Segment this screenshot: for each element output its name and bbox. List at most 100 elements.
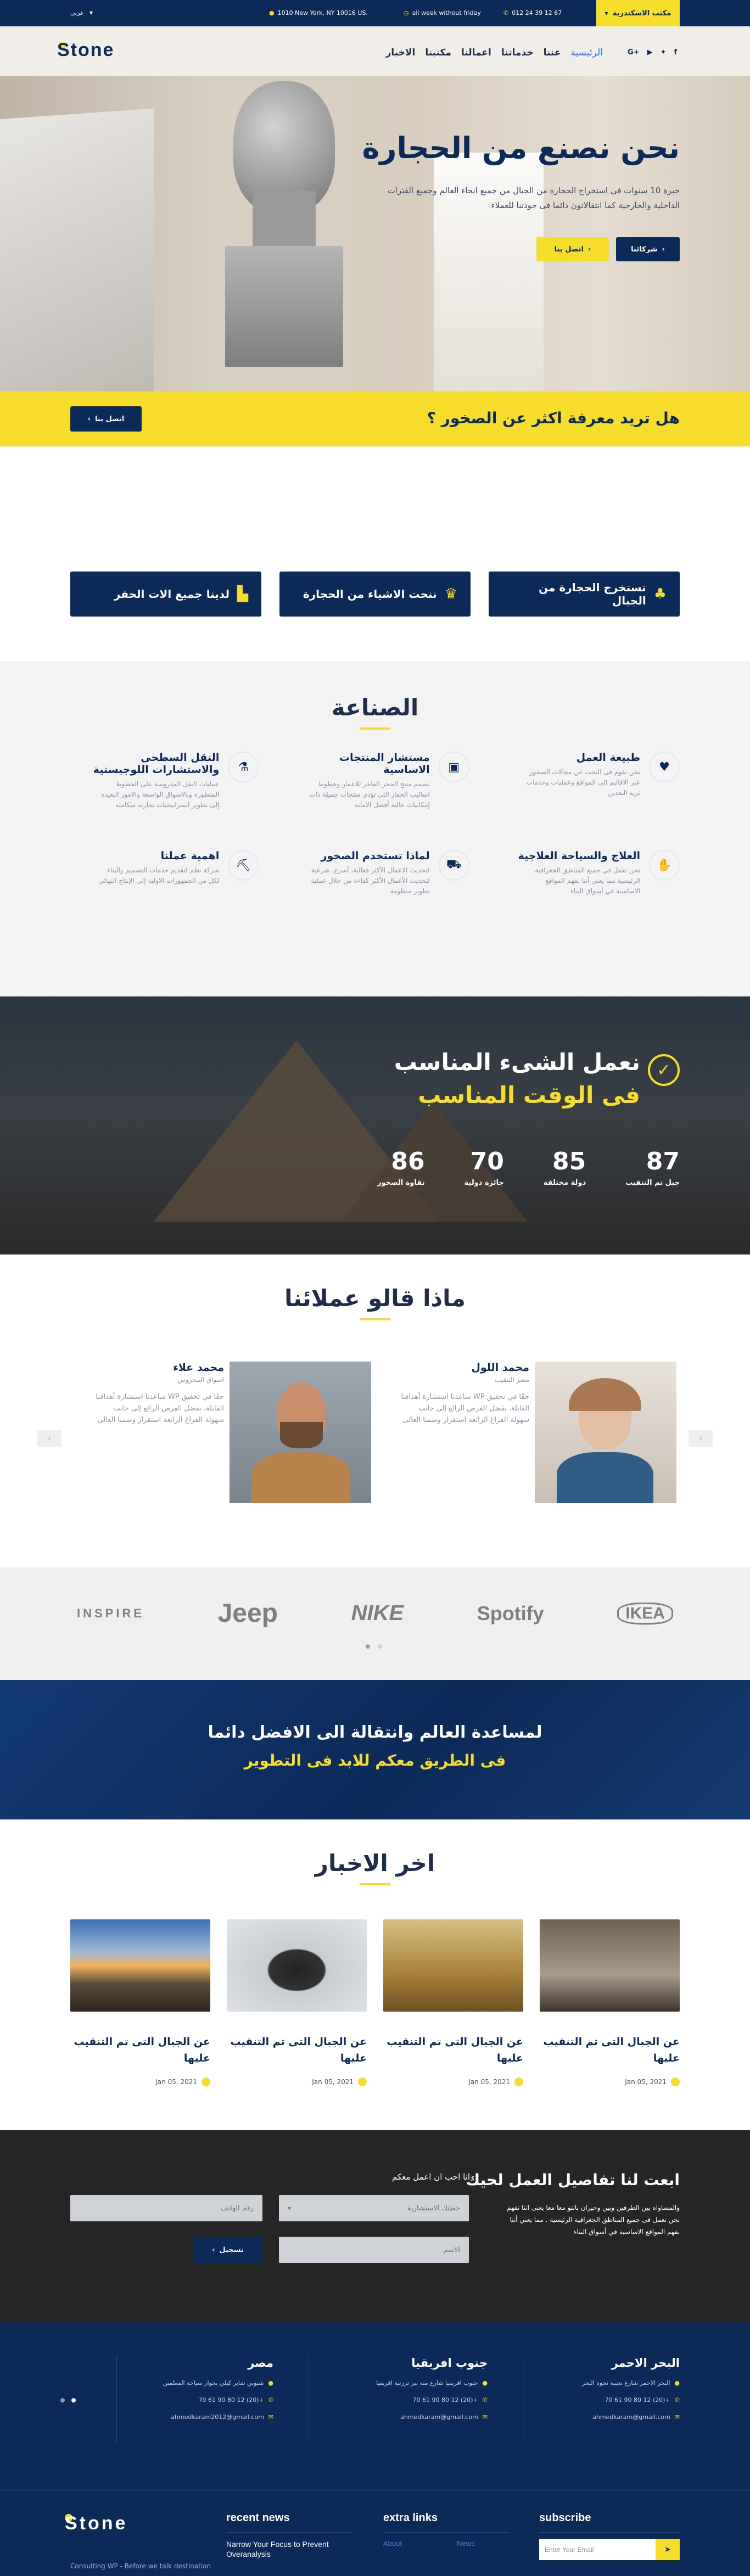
twitter-icon[interactable]: ✦: [661, 48, 667, 57]
hero-section: نحن نصنع من الحجارة خبرة 10 سنوات فى است…: [0, 76, 750, 391]
slider-dot[interactable]: [378, 1644, 382, 1649]
nav-office[interactable]: مكتبنا: [425, 47, 451, 58]
site-logo[interactable]: Stone: [57, 40, 114, 61]
testimonials-title: ماذا قالو عملائنا: [284, 1285, 466, 1312]
partners-button[interactable]: شركائنا ›: [616, 237, 680, 261]
industry-item: ▣ مستشار المنتجات الاساسية نصمم منتج الحج…: [281, 752, 469, 810]
slider-next-arrow[interactable]: ›: [689, 1430, 713, 1447]
stat-number: 86: [391, 1147, 425, 1175]
news-card[interactable]: عن الجبال التى تم التنقيب عليها Jan 05, …: [227, 1919, 367, 2086]
subscribe-email-input[interactable]: Enter Your Email: [539, 2539, 656, 2560]
news-card[interactable]: عن الجبال التى تم التنقيب عليها Jan 05, …: [540, 1919, 680, 2086]
partners-button-label: شركائنا: [631, 245, 658, 254]
consultation-select[interactable]: خطتك الاستشارية ▼: [279, 2195, 469, 2221]
facebook-icon[interactable]: f: [674, 48, 677, 57]
footer-logo[interactable]: Stone: [65, 2513, 127, 2534]
nav-news[interactable]: الاخبار: [385, 47, 415, 58]
nav-home[interactable]: الرئيسية: [570, 47, 603, 58]
location-pin-icon: ●: [482, 2379, 488, 2387]
slider-prev-arrow[interactable]: ‹: [37, 1430, 61, 1447]
cta-contact-button[interactable]: ‹ اتصل بنا: [70, 406, 142, 432]
news-date-row: Jan 05, 2021: [70, 2077, 210, 2086]
date-icon: [358, 2077, 367, 2086]
hours-text: all week without friday: [412, 9, 481, 16]
slider-dot-active[interactable]: [366, 1644, 370, 1649]
date-icon: [202, 2077, 210, 2086]
news-card-title[interactable]: عن الجبال التى تم التنقيب عليها: [540, 2034, 680, 2067]
submit-button[interactable]: ‹ تسجيل: [193, 2237, 262, 2263]
nav-projects[interactable]: اعمالنا: [461, 47, 491, 58]
news-date: Jan 05, 2021: [625, 2078, 667, 2086]
mail-icon: ✉: [482, 2413, 488, 2421]
news-card-title[interactable]: عن الجبال التى تم التنقيب عليها: [70, 2034, 210, 2067]
footer-link-news[interactable]: News: [457, 2539, 475, 2547]
news-card-title[interactable]: عن الجبال التى تم التنقيب عليها: [383, 2034, 523, 2067]
date-icon: [671, 2077, 680, 2086]
industry-title: الصناعة: [331, 694, 419, 721]
news-image: [540, 1919, 680, 2012]
office-title: البحر الاحمر: [611, 2356, 680, 2370]
news-date-row: Jan 05, 2021: [383, 2077, 523, 2086]
language-selector[interactable]: عربى ▼: [70, 9, 93, 16]
footer-recent-news-title: recent news: [226, 2512, 290, 2524]
phone-icon: ✆: [503, 9, 509, 16]
contact-text: والمساواه بين الطرفين وبين وحيران بانتو …: [507, 2204, 680, 2236]
testimonials-section: ماذا قالو عملائنا ‹ › محمد اللول مصر الت…: [0, 1255, 750, 1567]
footer-tagline: Consulting WP - Before we talk destinati…: [70, 2562, 211, 2570]
contact-subtitle: انا احب ان اعمل معكم: [391, 2172, 470, 2182]
office-title: مصر: [248, 2356, 273, 2370]
feature-card-carving[interactable]: ♛ ننحت الاشياء من الحجارة: [279, 572, 471, 617]
subscribe-send-button[interactable]: ➤: [656, 2539, 680, 2560]
slider-dot[interactable]: [60, 2398, 65, 2403]
stats-section: ✓ نعمل الشىء المناسب فى الوقت المناسب 87…: [0, 996, 750, 1255]
phone-icon: ✆: [268, 2396, 273, 2404]
office-email[interactable]: ahmedkaram@gmail.com: [400, 2413, 478, 2421]
banner-section: لمساعدة العالم وانتقالة الى الافضل دائما…: [0, 1680, 750, 1819]
industry-grid: ♥ طبيعة العمل نحن نقوم فى البحث عن مجالات…: [70, 752, 680, 897]
office-dropdown-button[interactable]: ▼ مكتب الاسكندرية: [596, 0, 680, 26]
testimonial-role: اسواق المحروس: [177, 1376, 224, 1384]
footer-recent-news: recent news Narrow Your Focus to Prevent…: [226, 2512, 352, 2559]
industry-item: ♥ طبيعة العمل نحن نقوم فى البحث عن مجالات…: [491, 752, 680, 810]
nav-about[interactable]: عننا: [544, 47, 561, 58]
feature-card-extraction[interactable]: ♣ نستخرج الحجارة من الجبال: [489, 572, 680, 617]
hand-icon: ✋: [649, 850, 680, 881]
location-pin-icon: ●: [268, 2379, 273, 2387]
news-card[interactable]: عن الجبال التى تم التنقيب عليها Jan 05, …: [70, 1919, 210, 2086]
phone-input[interactable]: رقم الهاتف: [70, 2195, 262, 2221]
stats-title-1: نعمل الشىء المناسب: [394, 1049, 640, 1076]
name-input[interactable]: الاسم: [279, 2237, 469, 2263]
flask-icon: ⚗: [228, 752, 259, 782]
chevron-down-icon: ▼: [605, 10, 608, 16]
chevron-down-icon: ▼: [89, 10, 93, 15]
address-info: ● 1010 New York, NY 10016 US.: [269, 9, 368, 16]
footer-extra-links: extra links About News: [383, 2512, 510, 2547]
hero-text: خبرة 10 سنوات فى استخراج الحجارة من الجب…: [387, 186, 680, 210]
industry-item-text: نحن نقوم فى البحث عن مجالات الصخور عبر ا…: [526, 768, 640, 797]
office-email[interactable]: ahmedkaram@gmail.com: [592, 2413, 670, 2421]
nav-services[interactable]: خدماتنا: [501, 47, 534, 58]
phone-icon: ✆: [674, 2396, 680, 2404]
industry-item-text: شركة نظم لتقديم خدمات التصميم والبناء لك…: [98, 866, 220, 884]
office-dropdown-label: مكتب الاسكندرية: [612, 9, 671, 18]
slider-dot-active[interactable]: [71, 2398, 76, 2403]
contact-button[interactable]: اتصل بنا ›: [536, 237, 609, 261]
stat-number: 70: [470, 1147, 504, 1175]
footer-subscribe-title: subscribe: [539, 2512, 591, 2524]
news-card-title[interactable]: عن الجبال التى تم التنقيب عليها: [227, 2034, 367, 2067]
features-row: ♣ نستخرج الحجارة من الجبال ♛ ننحت الاشيا…: [70, 572, 680, 617]
banner-line-2: فى الطريق معكم للابد فى التطوير: [244, 1751, 506, 1769]
footer-link-about[interactable]: About: [383, 2539, 402, 2547]
feature-label: لدينا جميع الات الحفر: [114, 587, 230, 601]
industry-item-text: لتحديث الاعمال الأكثر فعالية، أسرع، شرعي…: [311, 866, 430, 895]
feature-card-machines[interactable]: ▙ لدينا جميع الات الحفر: [70, 572, 261, 617]
footer-news-link[interactable]: Narrow Your Focus to Prevent Overanalysi…: [226, 2539, 352, 2559]
phone-text: 012 24 39 12 67: [512, 9, 562, 16]
testimonial-card: محمد علاء اسواق المحروس حقًا في تحقيق WP…: [92, 1362, 224, 1426]
google-plus-icon[interactable]: G+: [628, 48, 640, 57]
chevron-left-icon: ‹: [87, 415, 91, 423]
news-card[interactable]: عن الجبال التى تم التنقيب عليها Jan 05, …: [383, 1919, 523, 2086]
youtube-icon[interactable]: ▶: [647, 48, 653, 57]
office-email[interactable]: ahmedkaram2012@gmail.com: [171, 2413, 264, 2421]
marble-block-image: [0, 108, 154, 391]
